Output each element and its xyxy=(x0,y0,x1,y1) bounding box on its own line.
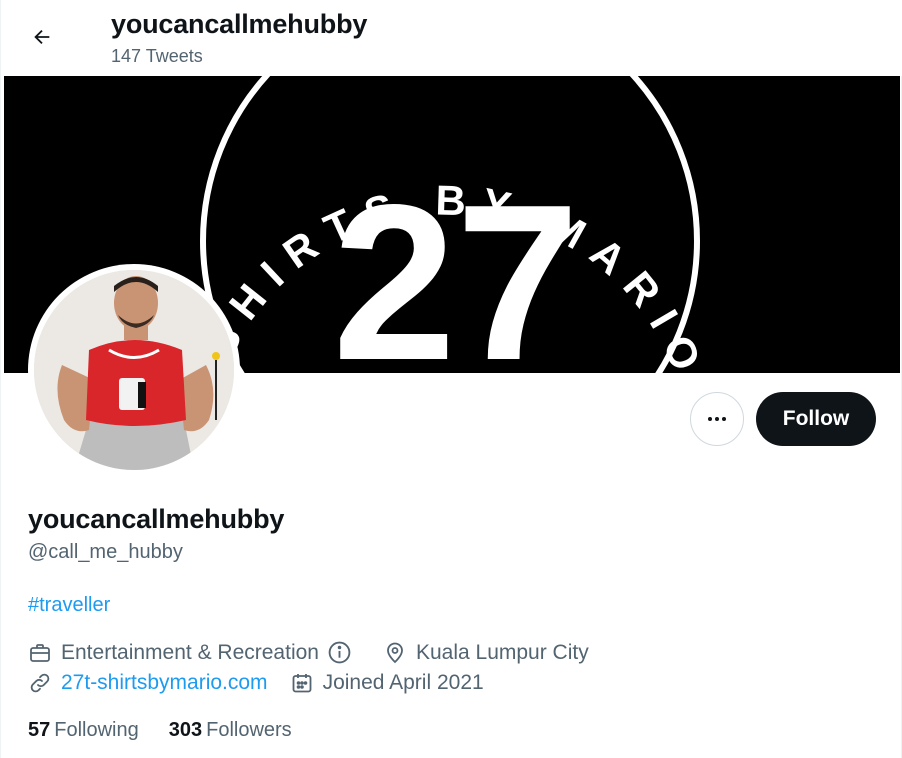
follow-stats: 57 Following 303 Followers xyxy=(28,719,322,742)
following-label: Following xyxy=(54,719,139,741)
joined-text: Joined April 2021 xyxy=(322,671,484,694)
calendar-icon xyxy=(292,674,311,693)
more-horizontal-icon xyxy=(708,417,726,421)
header-title: youcancallmehubby xyxy=(111,9,368,39)
followers-count: 303 xyxy=(168,719,203,741)
follow-button[interactable]: Follow xyxy=(756,392,876,446)
arrow-left-icon xyxy=(34,29,50,45)
avatar[interactable] xyxy=(28,264,240,476)
tweet-count: 147 Tweets xyxy=(111,46,203,66)
location-text: Kuala Lumpur City xyxy=(415,640,589,664)
info-icon xyxy=(328,641,351,664)
followers-link[interactable]: 303 Followers xyxy=(169,719,292,742)
website-item: 27t-shirtsbymario.com xyxy=(28,671,268,695)
profile-meta-row-2: 27t-shirtsbymario.com Joined April 2021 xyxy=(28,671,484,695)
more-options-button[interactable] xyxy=(690,392,744,446)
avatar-photo xyxy=(34,270,234,470)
bio-hashtag-link[interactable]: #traveller xyxy=(28,594,110,617)
back-button[interactable] xyxy=(23,18,61,56)
briefcase-icon xyxy=(30,643,50,662)
profile-page: youcancallmehubby 147 Tweets T-SHIRTS BY… xyxy=(0,0,902,758)
joined-item: Joined April 2021 xyxy=(290,671,484,695)
profile-meta-row-1: Entertainment & Recreation Kuala Lumpur … xyxy=(28,640,589,665)
category-item: Entertainment & Recreation xyxy=(28,640,361,665)
category-text: Entertainment & Recreation xyxy=(61,640,319,664)
link-icon xyxy=(30,673,50,693)
user-handle: @call_me_hubby xyxy=(28,541,183,563)
followers-label: Followers xyxy=(206,719,292,741)
person-photo-icon xyxy=(34,270,234,470)
profile-header: youcancallmehubby 147 Tweets xyxy=(1,0,902,76)
banner-number: 27 xyxy=(333,159,580,373)
website-link[interactable]: 27t-shirtsbymario.com xyxy=(61,671,268,695)
following-count: 57 xyxy=(28,719,51,741)
location-pin-icon xyxy=(387,642,403,663)
display-name: youcancallmehubby xyxy=(28,504,285,534)
location-item: Kuala Lumpur City xyxy=(383,641,589,665)
category-info-button[interactable] xyxy=(327,640,361,665)
following-link[interactable]: 57 Following xyxy=(28,719,139,742)
